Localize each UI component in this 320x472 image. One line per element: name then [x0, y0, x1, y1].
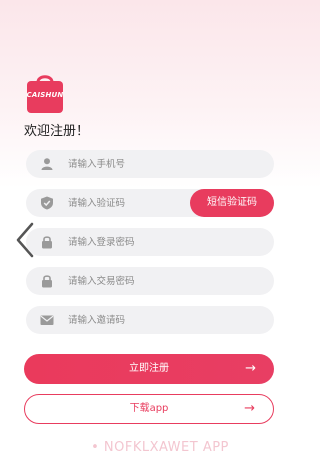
arrow-right-icon: →	[245, 361, 256, 376]
register-button-label: 立即注册	[129, 363, 169, 374]
sms-code-button[interactable]: 短信验证码	[190, 189, 274, 217]
invite-code-input[interactable]	[68, 306, 208, 334]
invite-code-field[interactable]	[26, 306, 274, 334]
login-password-field[interactable]	[26, 228, 274, 256]
code-input[interactable]	[68, 189, 208, 217]
arrow-right-icon: →	[244, 401, 255, 416]
shield-icon	[40, 196, 54, 210]
phone-input[interactable]	[68, 150, 208, 178]
welcome-heading: 欢迎注册！	[24, 124, 90, 139]
register-button[interactable]: 立即注册 →	[24, 354, 274, 384]
logo-text: CAISHUN	[26, 91, 64, 99]
user-icon	[40, 157, 54, 171]
lock-icon	[40, 274, 54, 288]
code-field[interactable]: 短信验证码	[26, 189, 274, 217]
watermark-text: • NOFKLXAWET APP	[91, 440, 229, 455]
lock-icon	[40, 235, 54, 249]
mail-icon	[40, 313, 54, 327]
trade-password-field[interactable]	[26, 267, 274, 295]
phone-field[interactable]	[26, 150, 274, 178]
download-app-button[interactable]: 下载app →	[24, 394, 274, 424]
login-password-input[interactable]	[68, 228, 208, 256]
download-button-label: 下载app	[129, 403, 169, 414]
trade-password-input[interactable]	[68, 267, 208, 295]
